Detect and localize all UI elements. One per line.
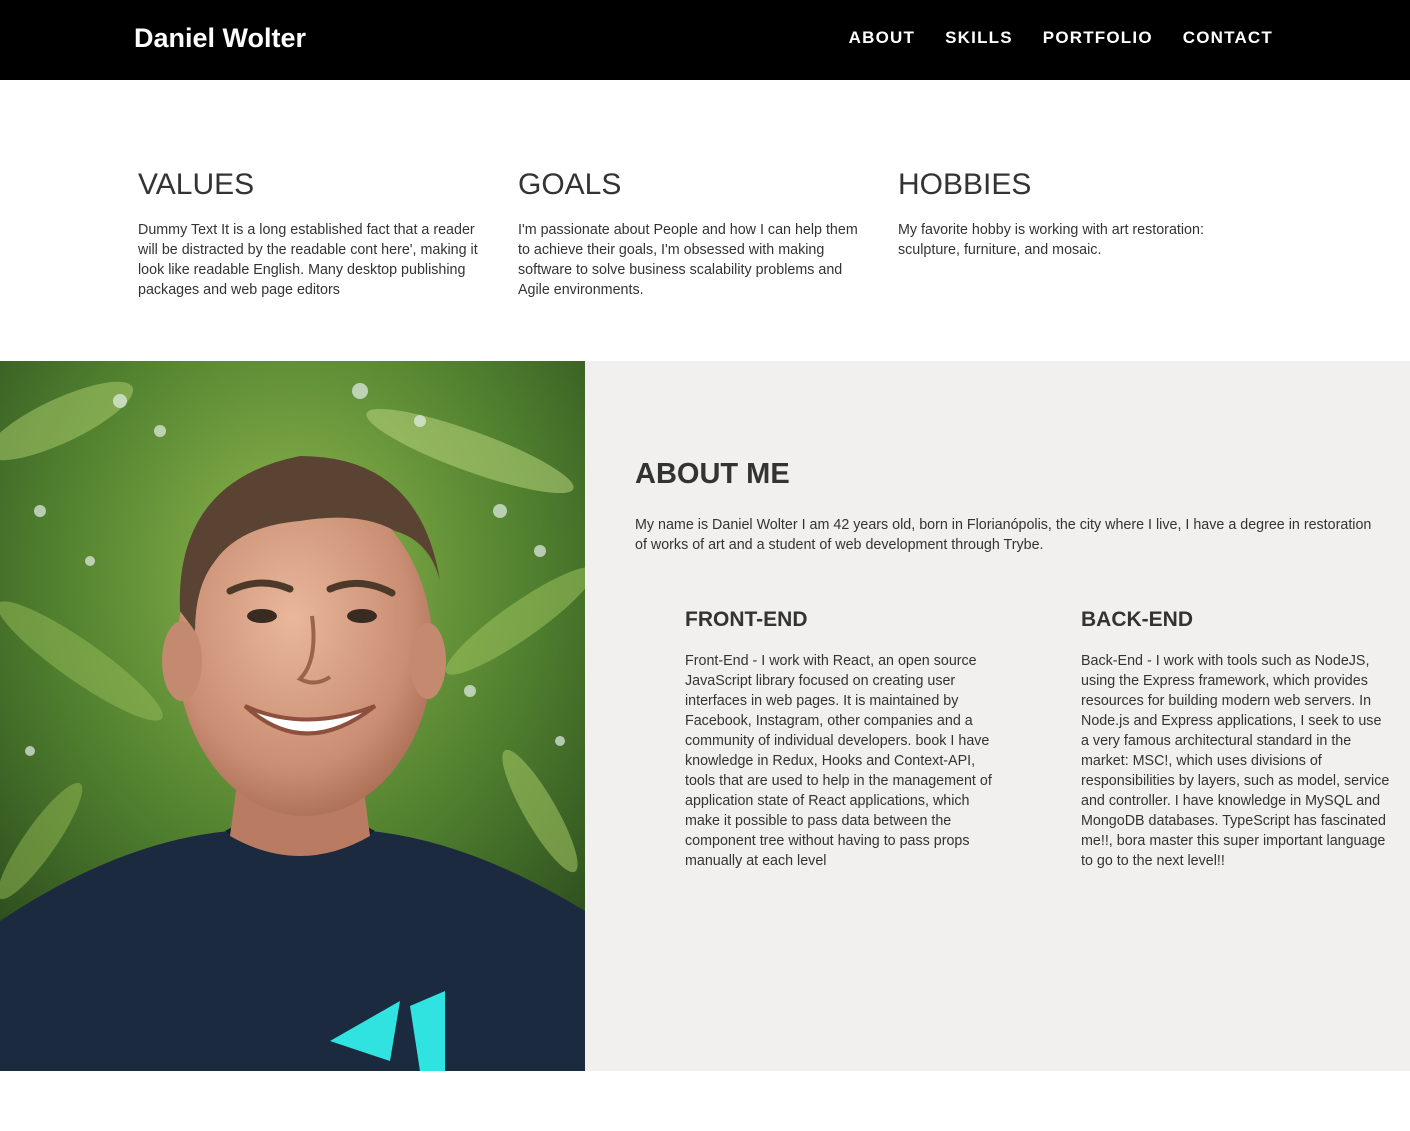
back-end-card: BACK-END Back-End - I work with tools su… — [1081, 607, 1391, 871]
about-section: ABOUT ME My name is Daniel Wolter I am 4… — [0, 361, 1410, 1071]
portrait-illustration — [0, 361, 585, 1071]
hobbies-text: My favorite hobby is working with art re… — [898, 222, 1204, 258]
values-column: VALUES Dummy Text It is a long establish… — [138, 168, 518, 300]
values-heading: VALUES — [138, 168, 255, 201]
front-end-text: Front-End - I work with React, an open s… — [685, 653, 992, 869]
goals-column: GOALS I'm passionate about People and ho… — [518, 168, 898, 300]
about-intro: My name is Daniel Wolter I am 42 years o… — [635, 517, 1372, 553]
back-end-text: Back-End - I work with tools such as Nod… — [1081, 653, 1390, 869]
values-text: Dummy Text It is a long established fact… — [138, 222, 478, 298]
goals-heading: GOALS — [518, 168, 622, 201]
about-content: ABOUT ME My name is Daniel Wolter I am 4… — [635, 457, 1380, 555]
goals-text: I'm passionate about People and how I ca… — [518, 222, 858, 298]
hobbies-heading: HOBBIES — [898, 168, 1032, 201]
values-goals-hobbies-section: VALUES Dummy Text It is a long establish… — [138, 168, 1278, 300]
about-heading: ABOUT ME — [635, 458, 790, 490]
nav-link-about[interactable]: ABOUT — [849, 28, 915, 48]
front-end-card: FRONT-END Front-End - I work with React,… — [685, 607, 995, 871]
main-nav: ABOUT SKILLS PORTFOLIO CONTACT — [819, 28, 1273, 48]
portrait-photo — [0, 361, 585, 1071]
top-navbar: Daniel Wolter ABOUT SKILLS PORTFOLIO CON… — [0, 0, 1410, 80]
hobbies-column: HOBBIES My favorite hobby is working wit… — [898, 168, 1278, 300]
nav-link-portfolio[interactable]: PORTFOLIO — [1043, 28, 1153, 48]
front-end-heading: FRONT-END — [685, 608, 808, 631]
skills-row: FRONT-END Front-End - I work with React,… — [685, 607, 1410, 871]
brand-logo-link[interactable]: Daniel Wolter — [134, 22, 306, 54]
back-end-heading: BACK-END — [1081, 608, 1193, 631]
nav-link-contact[interactable]: CONTACT — [1183, 28, 1273, 48]
nav-link-skills[interactable]: SKILLS — [945, 28, 1013, 48]
